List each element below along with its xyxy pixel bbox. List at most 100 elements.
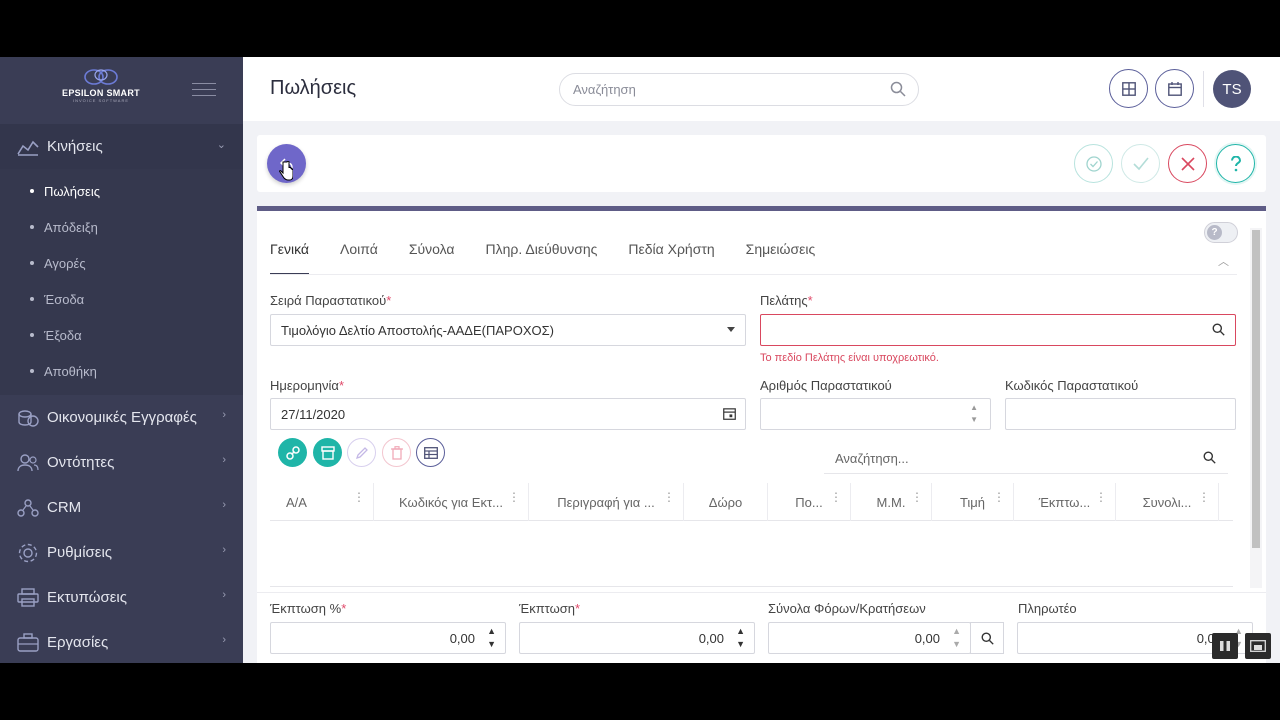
customer-label-text: Πελάτης	[760, 293, 808, 308]
validate-button[interactable]	[1074, 144, 1113, 183]
grid-archive-button[interactable]	[313, 438, 342, 467]
column-header[interactable]: Περιγραφή για ... ⋮	[529, 483, 684, 521]
column-menu-icon[interactable]: ⋮	[663, 491, 675, 503]
taxes-field[interactable]: 0,00 ▲ ▼	[768, 622, 971, 654]
doc-code-field[interactable]	[1005, 398, 1236, 430]
column-menu-icon[interactable]: ⋮	[830, 491, 842, 503]
tabs-divider	[270, 274, 1237, 275]
column-menu-icon[interactable]: ⋮	[353, 491, 365, 503]
column-header[interactable]: Πο... ⋮	[768, 483, 851, 521]
menu-toggle-icon[interactable]	[192, 83, 216, 101]
tab-genika[interactable]: Γενικά	[270, 241, 309, 275]
header-divider	[1203, 71, 1204, 107]
taxes-value: 0,00	[914, 630, 940, 646]
users-icon	[16, 451, 40, 475]
form-scrollbar[interactable]	[1250, 228, 1262, 588]
doc-number-field[interactable]: ▲ ▼	[760, 398, 991, 430]
date-field[interactable]: 27/11/2020	[270, 398, 746, 430]
grid-delete-button[interactable]	[382, 438, 411, 467]
stepper-arrows-icon[interactable]: ▲ ▼	[970, 402, 978, 426]
sidebar-subitem-esoda[interactable]: Έσοδα	[0, 281, 243, 317]
discount-field[interactable]: 0,00 ▲ ▼	[519, 622, 755, 654]
stepper-arrows-icon[interactable]: ▲ ▼	[952, 625, 961, 651]
tab-pedia-xristi[interactable]: Πεδία Χρήστη	[628, 241, 714, 275]
search-icon[interactable]	[890, 81, 906, 100]
sidebar-subitem-apodeixi[interactable]: Απόδειξη	[0, 209, 243, 245]
grid-edit-button[interactable]	[347, 438, 376, 467]
discount-pct-field[interactable]: 0,00 ▲ ▼	[270, 622, 506, 654]
column-header[interactable]: Α/Α ⋮	[270, 483, 374, 521]
stepper-arrows-icon[interactable]: ▲ ▼	[487, 625, 496, 651]
question-icon: ?	[1207, 225, 1222, 240]
save-button[interactable]	[1121, 144, 1160, 183]
column-title: Περιγραφή για ...	[557, 494, 655, 510]
tab-loipa[interactable]: Λοιπά	[340, 241, 378, 275]
sidebar-item-ergasies[interactable]: Εργασίες ›	[0, 620, 243, 663]
discount-pct-label-text: Έκπτωση %	[270, 601, 342, 616]
bullet-icon	[30, 369, 34, 373]
sidebar-item-ontotites[interactable]: Οντότητες ›	[0, 440, 243, 485]
sidebar-item-kiniseis[interactable]: Κινήσεις ⌄	[0, 124, 243, 169]
date-label: Ημερομηνία*	[270, 378, 344, 393]
search-icon[interactable]	[1203, 451, 1216, 467]
sidebar-subitem-exoda[interactable]: Έξοδα	[0, 317, 243, 353]
column-header[interactable]: Συνολι... ⋮	[1116, 483, 1219, 521]
sidebar-subitem-apothiki[interactable]: Αποθήκη	[0, 353, 243, 389]
column-header[interactable]: Έκπτω... ⋮	[1014, 483, 1116, 521]
chevron-right-icon: ›	[222, 589, 226, 601]
help-toggle[interactable]: ?	[1204, 222, 1238, 243]
pause-button[interactable]	[1212, 633, 1238, 659]
cancel-button[interactable]	[1168, 144, 1207, 183]
help-button[interactable]	[1216, 144, 1255, 183]
column-menu-icon[interactable]: ⋮	[1198, 491, 1210, 503]
sidebar-subitem-agores[interactable]: Αγορές	[0, 245, 243, 281]
calendar-button[interactable]	[1155, 69, 1194, 108]
customer-field[interactable]	[760, 314, 1236, 346]
column-menu-icon[interactable]: ⋮	[508, 491, 520, 503]
page-title: Πωλήσεις	[270, 77, 357, 99]
global-search-input[interactable]: Αναζήτηση	[559, 73, 919, 106]
column-header[interactable]: Κωδικός για Εκτ... ⋮	[374, 483, 529, 521]
column-title: Κωδικός για Εκτ...	[399, 494, 503, 510]
brand-logo[interactable]: EPSILON SMART INVOICE SOFTWARE	[56, 67, 146, 111]
search-icon[interactable]	[1212, 323, 1225, 339]
sidebar-item-oikonomikes[interactable]: Οικονομικές Εγγραφές ›	[0, 395, 243, 440]
totals-panel: Έκπτωση %* 0,00 ▲ ▼ Έκπτωση* 0,00 ▲ ▼ Σύνο…	[257, 592, 1266, 663]
discount-value: 0,00	[698, 630, 724, 646]
column-header[interactable]: Τιμή ⋮	[932, 483, 1014, 521]
scrollbar-thumb[interactable]	[1252, 230, 1260, 548]
grid-search-input[interactable]: Αναζήτηση...	[824, 443, 1228, 474]
coins-icon	[16, 406, 40, 430]
series-select[interactable]: Τιμολόγιο Δελτίο Αποστολής-ΑΑΔΕ(ΠΑΡΟΧΟΣ)	[270, 314, 746, 346]
column-title: Τιμή	[959, 494, 986, 510]
stepper-arrows-icon[interactable]: ▲ ▼	[736, 625, 745, 651]
tab-dieuthynsi[interactable]: Πληρ. Διεύθυνσης	[486, 241, 598, 275]
taxes-lookup-button[interactable]	[970, 622, 1004, 654]
chevron-right-icon: ›	[222, 544, 226, 556]
date-label-text: Ημερομηνία	[270, 378, 339, 393]
picture-in-picture-button[interactable]	[1245, 633, 1271, 659]
sidebar-item-label: Εκτυπώσεις	[47, 589, 127, 606]
sidebar-item-ektyposeis[interactable]: Εκτυπώσεις ›	[0, 575, 243, 620]
grid-table-button[interactable]	[416, 438, 445, 467]
tab-synola[interactable]: Σύνολα	[409, 241, 455, 275]
user-avatar[interactable]: TS	[1213, 70, 1251, 108]
column-menu-icon[interactable]: ⋮	[993, 491, 1005, 503]
form-tabs: Γενικά Λοιπά Σύνολα Πληρ. Διεύθυνσης Πεδ…	[270, 241, 846, 275]
grid-view-button[interactable]	[1109, 69, 1148, 108]
column-menu-icon[interactable]: ⋮	[1095, 491, 1107, 503]
bullet-icon	[30, 333, 34, 337]
grid-link-button[interactable]	[278, 438, 307, 467]
column-header[interactable]: Μ.Μ. ⋮	[851, 483, 932, 521]
column-menu-icon[interactable]: ⋮	[911, 491, 923, 503]
chevron-up-icon[interactable]: ︿	[1218, 253, 1229, 269]
series-label-text: Σειρά Παραστατικού	[270, 293, 387, 308]
sidebar-item-rythmiseis[interactable]: Ρυθμίσεις ›	[0, 530, 243, 575]
sidebar-subitem-poliseis[interactable]: Πωλήσεις	[0, 173, 243, 209]
close-icon	[1180, 156, 1195, 171]
column-title: Έκπτω...	[1038, 494, 1091, 510]
sidebar-item-crm[interactable]: CRM ›	[0, 485, 243, 530]
tab-simeioseis[interactable]: Σημειώσεις	[746, 241, 816, 275]
column-header[interactable]: Δώρο	[684, 483, 768, 521]
calendar-icon[interactable]	[723, 407, 736, 423]
